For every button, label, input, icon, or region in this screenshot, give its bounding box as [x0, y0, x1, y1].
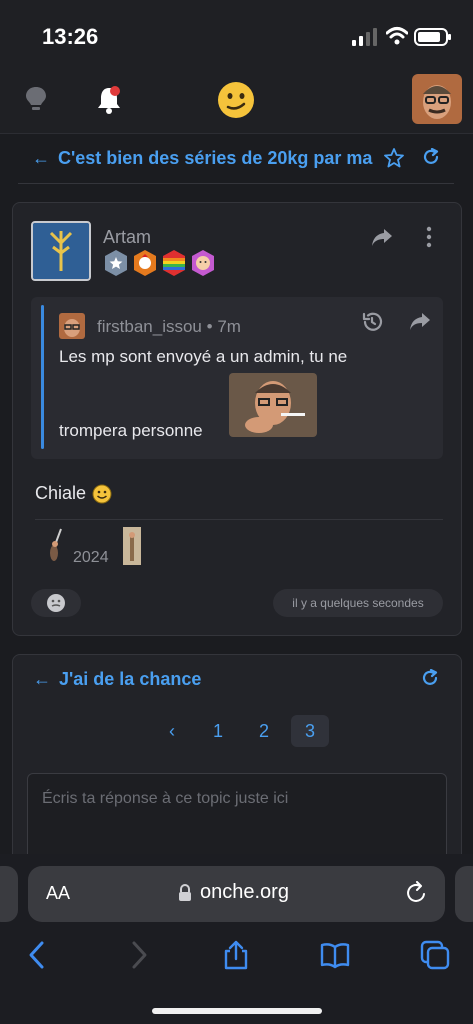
user-avatar[interactable] [412, 74, 462, 124]
previous-tab-preview[interactable] [0, 866, 18, 922]
topic-bar: ← C'est bien des séries de 20kg par ma [18, 138, 454, 184]
tabs-icon[interactable] [420, 940, 450, 970]
signature-image [50, 528, 62, 561]
quote-age: 7m [217, 317, 241, 336]
url-bar[interactable]: AA onche.org [28, 866, 445, 922]
quote-author-avatar[interactable] [59, 313, 85, 339]
reply-card: ← J'ai de la chance ‹ 1 2 3 Écris ta rép… [12, 654, 462, 893]
quote-separator: • [206, 317, 218, 336]
home-indicator [152, 1008, 322, 1014]
reaction-icon [47, 594, 65, 612]
topic-title[interactable]: C'est bien des séries de 20kg par ma [58, 148, 376, 169]
signal-icon [352, 28, 377, 46]
refresh-icon[interactable] [421, 669, 439, 687]
author-name[interactable]: Artam [103, 227, 151, 248]
next-tab-preview[interactable] [455, 866, 473, 922]
quote-text-line: trompera personne [59, 421, 203, 440]
page-button-current[interactable]: 3 [291, 715, 329, 747]
quote-share-icon[interactable] [409, 311, 431, 331]
refresh-icon[interactable] [422, 148, 440, 166]
bookmarks-icon[interactable] [320, 940, 350, 970]
reload-icon[interactable] [406, 881, 428, 905]
rooster-badge-icon [134, 250, 156, 276]
pagination: ‹ 1 2 3 [153, 715, 329, 747]
page-button[interactable]: 1 [199, 715, 237, 747]
share-icon[interactable] [371, 227, 393, 247]
sticker-image [229, 373, 317, 437]
notification-dot [110, 86, 120, 96]
wifi-icon [386, 27, 408, 45]
back-arrow-icon[interactable]: ← [32, 148, 50, 169]
status-time: 13:26 [42, 24, 99, 49]
reply-placeholder: Écris ta réponse à ce topic juste ici [42, 790, 289, 807]
reaction-button[interactable] [31, 589, 81, 617]
quote-block: firstban_issou • 7m Les mp sont envoyé a… [31, 297, 443, 459]
signature-image [123, 527, 141, 565]
quote-text-line: Les mp sont envoyé a un admin, tu ne [59, 347, 348, 366]
reply-topic-title[interactable]: J'ai de la chance [59, 669, 201, 690]
post-text: Chiale [35, 483, 112, 504]
more-icon[interactable] [421, 225, 437, 249]
status-bar: 13:26 [0, 0, 473, 70]
post-timestamp: il y a quelques secondes [273, 589, 443, 617]
history-icon[interactable] [361, 311, 383, 333]
star-badge-icon [105, 250, 127, 276]
share-sheet-icon[interactable] [221, 940, 251, 970]
post-card: Artam firstban_issou • 7m Les mp sont en… [12, 202, 462, 636]
reader-options-button[interactable]: AA [46, 883, 70, 904]
post-text-content: Chiale [35, 483, 87, 503]
quote-bar [41, 305, 44, 449]
page-button[interactable]: 2 [245, 715, 283, 747]
smiley-icon[interactable] [216, 80, 256, 120]
battery-icon [414, 28, 451, 46]
url-text[interactable]: onche.org [200, 881, 289, 904]
bulb-icon[interactable] [24, 86, 48, 114]
smiley-icon [92, 484, 112, 503]
app-header [0, 70, 473, 134]
page-prev-button[interactable]: ‹ [153, 715, 191, 747]
baby-badge-icon [192, 250, 214, 276]
star-icon[interactable] [384, 148, 404, 168]
back-icon[interactable] [22, 940, 52, 970]
signature-year: 2024 [73, 549, 109, 566]
quote-author[interactable]: firstban_issou • 7m [97, 317, 241, 337]
back-arrow-icon[interactable]: ← [33, 669, 51, 690]
lock-icon [179, 884, 191, 901]
browser-toolbar [0, 934, 473, 984]
author-avatar[interactable] [31, 221, 91, 281]
browser-bar: AA onche.org [0, 854, 473, 1024]
badges [103, 249, 216, 277]
forward-icon[interactable] [124, 940, 154, 970]
signature-divider [35, 519, 443, 520]
rainbow-badge-icon [163, 250, 185, 276]
quote-author-name: firstban_issou [97, 317, 202, 336]
